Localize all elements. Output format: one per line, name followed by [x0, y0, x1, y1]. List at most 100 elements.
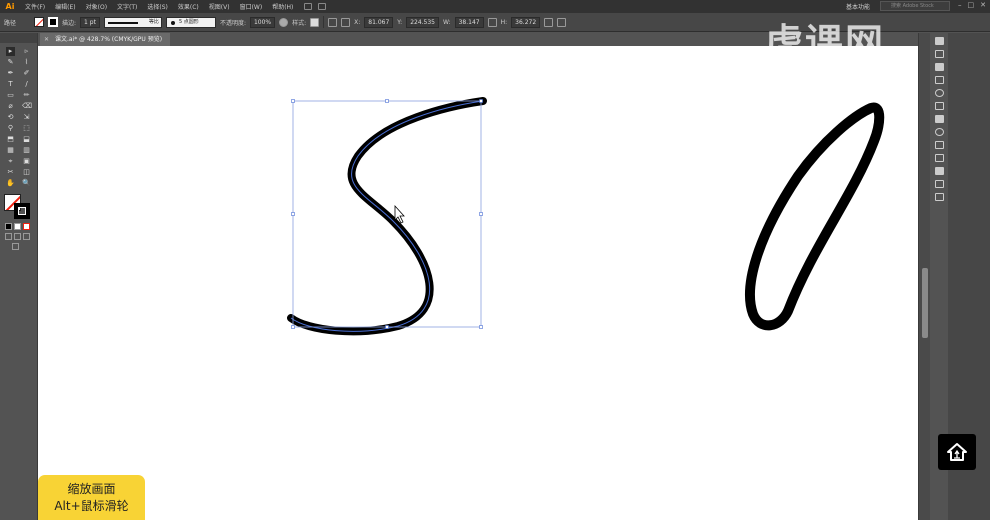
bbox-handle-br[interactable] — [479, 325, 483, 329]
width-field[interactable]: 38.147 — [454, 16, 484, 28]
align-icon[interactable] — [328, 17, 338, 27]
leaf-shape-path[interactable] — [745, 102, 885, 331]
gradient-icon[interactable] — [14, 223, 21, 230]
menu-effect[interactable]: 效果(C) — [173, 2, 204, 11]
graphic-styles-icon[interactable] — [934, 154, 944, 162]
stroke-label[interactable]: 描边: — [62, 18, 76, 27]
none-icon[interactable] — [23, 223, 30, 230]
menu-edit[interactable]: 编辑(E) — [50, 2, 80, 11]
tools-panel-header[interactable] — [0, 33, 37, 43]
gradient-tool-icon[interactable]: ▥ — [22, 146, 31, 155]
fill-swatch[interactable] — [34, 17, 45, 27]
direct-selection-tool-icon[interactable]: ▹ — [22, 47, 31, 56]
perspective-grid-tool-icon[interactable]: ⬓ — [22, 135, 31, 144]
type-tool-icon[interactable]: T — [6, 80, 15, 89]
selection-tool-icon[interactable]: ▸ — [6, 47, 15, 56]
opacity-label[interactable]: 不透明度: — [220, 18, 246, 27]
color-guide-icon[interactable] — [934, 50, 944, 58]
artboards-panel-icon[interactable] — [934, 180, 944, 188]
symbols-panel-icon[interactable] — [934, 89, 944, 97]
isolate-icon[interactable] — [557, 17, 567, 27]
rectangle-tool-icon[interactable]: ▭ — [6, 91, 15, 100]
transform-icon[interactable] — [544, 17, 554, 27]
color-icon[interactable] — [5, 223, 12, 230]
height-field[interactable]: 36.272 — [511, 16, 541, 28]
draw-inside-icon[interactable] — [23, 233, 30, 240]
shaper-tool-icon[interactable]: ⌀ — [6, 102, 15, 111]
transparency-panel-icon[interactable] — [934, 128, 944, 136]
artboard-tool-icon[interactable]: ✂ — [6, 168, 15, 177]
menu-select[interactable]: 选择(S) — [142, 2, 173, 11]
style-label[interactable]: 样式: — [292, 18, 306, 27]
eraser-tool-icon[interactable]: ⌫ — [22, 102, 32, 111]
magic-wand-tool-icon[interactable]: ✎ — [6, 58, 15, 67]
vertical-scrollbar[interactable] — [918, 33, 930, 520]
width-tool-icon[interactable]: ⚲ — [6, 124, 15, 133]
s-curve-path[interactable] — [287, 97, 487, 336]
layers-panel-icon[interactable] — [934, 167, 944, 175]
stroke-panel-icon[interactable] — [934, 102, 944, 110]
brushes-panel-icon[interactable] — [934, 76, 944, 84]
zoom-tool-icon[interactable]: 🔍 — [22, 179, 31, 188]
free-transform-tool-icon[interactable]: ⬚ — [22, 124, 31, 133]
pen-tool-icon[interactable]: ✒ — [6, 69, 15, 78]
stroke-weight-field[interactable]: 1 pt — [80, 16, 100, 28]
variable-width-profile[interactable]: 等比 — [103, 16, 162, 28]
tab-close-icon[interactable]: ✕ — [44, 36, 49, 43]
lasso-tool-icon[interactable]: ⌇ — [22, 58, 31, 67]
eyedropper-tool-icon[interactable]: ⌖ — [6, 157, 15, 166]
scrollbar-thumb[interactable] — [922, 268, 928, 338]
brush-definition[interactable]: 5 点圆形 — [165, 16, 216, 28]
bridge-icon[interactable] — [304, 3, 313, 10]
bbox-handle-mr[interactable] — [479, 212, 483, 216]
bbox-handle-tl[interactable] — [291, 99, 295, 103]
stroke-black-swatch[interactable] — [14, 203, 30, 219]
menu-window[interactable]: 窗口(W) — [235, 2, 268, 11]
gradient-panel-icon[interactable] — [934, 115, 944, 123]
opacity-field[interactable]: 100% — [249, 16, 276, 28]
stock-search-input[interactable]: 搜索 Adobe Stock — [880, 1, 950, 11]
bbox-handle-tm[interactable] — [385, 99, 389, 103]
arrange-documents-icon[interactable] — [318, 3, 327, 10]
color-panel-icon[interactable] — [934, 37, 944, 45]
menu-type[interactable]: 文字(T) — [112, 2, 142, 11]
minimize-icon[interactable]: – — [958, 1, 962, 9]
home-button[interactable] — [938, 434, 976, 470]
symbol-sprayer-tool-icon[interactable]: ▣ — [22, 157, 31, 166]
bbox-handle-bm[interactable] — [385, 325, 389, 329]
canvas-artboard[interactable] — [38, 46, 918, 520]
libraries-panel-icon[interactable] — [934, 193, 944, 201]
mesh-tool-icon[interactable]: ▦ — [6, 146, 15, 155]
graphic-style-swatch[interactable] — [310, 17, 320, 27]
rotate-tool-icon[interactable]: ⟲ — [6, 113, 15, 122]
maximize-icon[interactable]: □ — [968, 1, 975, 9]
menu-file[interactable]: 文件(F) — [20, 2, 50, 11]
draw-normal-icon[interactable] — [5, 233, 12, 240]
draw-behind-icon[interactable] — [14, 233, 21, 240]
recolor-icon[interactable] — [279, 17, 289, 27]
hand-tool-icon[interactable]: ✋ — [6, 179, 15, 188]
document-tab[interactable]: ✕ 课文.ai* @ 428.7% (CMYK/GPU 预览) — [40, 33, 171, 46]
reference-point-icon[interactable] — [341, 17, 351, 27]
scale-tool-icon[interactable]: ⇲ — [22, 113, 31, 122]
stroke-swatch[interactable] — [48, 17, 59, 27]
workspace-switcher[interactable]: 基本功能 — [846, 2, 870, 11]
shape-builder-tool-icon[interactable]: ⬒ — [6, 135, 15, 144]
bbox-handle-bl[interactable] — [291, 325, 295, 329]
paintbrush-tool-icon[interactable]: ✏ — [22, 91, 31, 100]
close-icon[interactable]: ✕ — [980, 1, 986, 9]
menu-object[interactable]: 对象(O) — [81, 2, 112, 11]
appearance-panel-icon[interactable] — [934, 141, 944, 149]
menu-help[interactable]: 帮助(H) — [267, 2, 298, 11]
y-field[interactable]: 224.535 — [406, 16, 439, 28]
bbox-handle-tr[interactable] — [479, 99, 483, 103]
line-tool-icon[interactable]: / — [22, 80, 31, 89]
slice-tool-icon[interactable]: ◫ — [22, 168, 31, 177]
menu-view[interactable]: 视图(V) — [204, 2, 235, 11]
x-field[interactable]: 81.067 — [364, 16, 394, 28]
curvature-tool-icon[interactable]: ✐ — [22, 69, 31, 78]
screen-mode-icon[interactable] — [12, 243, 19, 250]
bbox-handle-ml[interactable] — [291, 212, 295, 216]
link-proportions-icon[interactable] — [487, 17, 497, 27]
swatches-panel-icon[interactable] — [934, 63, 944, 71]
